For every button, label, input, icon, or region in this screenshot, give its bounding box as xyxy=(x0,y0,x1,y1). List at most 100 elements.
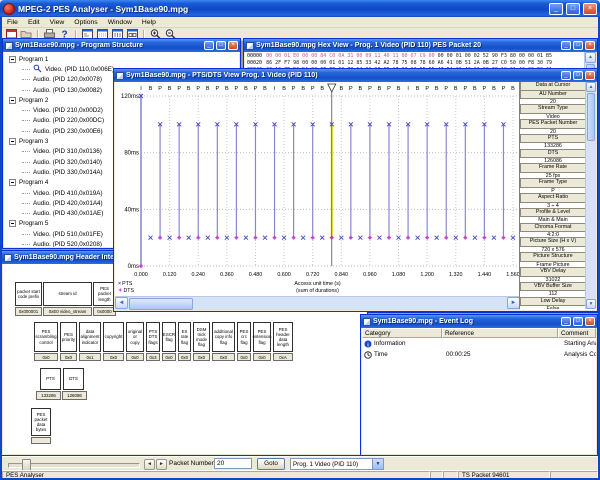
svg-text:B: B xyxy=(416,86,420,92)
pes-flag-value: 0x0 xyxy=(34,353,58,361)
tree-stream-label: Video. (PID 110,0x006E) xyxy=(45,66,114,73)
scroll-left-icon[interactable]: ◄ xyxy=(115,297,128,309)
scroll-up-icon[interactable]: ▲ xyxy=(585,52,596,63)
maximize-button[interactable]: □ xyxy=(216,41,226,50)
menu-item-help[interactable]: Help xyxy=(137,19,161,26)
collapse-icon[interactable] xyxy=(9,97,16,104)
pes-flag-field: PES crc flag xyxy=(237,322,251,352)
minimize-button[interactable]: _ xyxy=(549,3,563,15)
tree-connector xyxy=(22,79,30,80)
pes-packet-data-bytes-value xyxy=(31,437,51,444)
svg-text:B: B xyxy=(492,86,496,92)
svg-text:P: P xyxy=(292,86,296,92)
menu-item-file[interactable]: File xyxy=(2,19,23,26)
event-log-rows: iInformationStarting AnalysisTime00:00:2… xyxy=(362,338,596,360)
packet-control-bar: ◄ ► Packet Number Goto Prog. 1 Video (PI… xyxy=(2,456,598,471)
pes-flag-value: 0xA xyxy=(273,353,293,361)
minimize-button[interactable]: _ xyxy=(561,317,571,326)
hex-view-title: Sym1Base90.mpg Hex View - Prog. 1 Video … xyxy=(256,42,559,49)
tree-program-1[interactable]: Program 1 xyxy=(6,54,239,64)
hex-line: 0000000 00 01 E0 00 00 84 C0 0A 31 00 09… xyxy=(247,53,594,60)
menu-item-view[interactable]: View xyxy=(45,19,70,26)
event-log-row[interactable]: Time00:00:25Analysis Complete Interval xyxy=(362,349,596,360)
maximize-button[interactable]: □ xyxy=(573,317,583,326)
svg-text:B: B xyxy=(187,86,191,92)
tree-stream-label: Audio. (PID 320,0x0140) xyxy=(33,159,102,166)
svg-text:P: P xyxy=(349,86,353,92)
cursor-data-label: Profile & Level xyxy=(520,208,586,218)
packet-prev-button[interactable]: ◄ xyxy=(144,459,155,470)
tree-program-label: Program 3 xyxy=(19,138,48,145)
svg-text:0.600: 0.600 xyxy=(277,272,291,278)
cursor-data-label: AU Number xyxy=(520,90,586,100)
column-header-category[interactable]: Category xyxy=(362,328,442,338)
packet-number-label: Packet Number xyxy=(169,460,214,467)
scroll-down-icon[interactable]: ▼ xyxy=(586,299,596,309)
svg-text:P: P xyxy=(463,86,467,92)
cursor-data-label: Frame Rate xyxy=(520,163,586,173)
tree-connector xyxy=(22,244,30,245)
cursor-data-label: Low Delay xyxy=(520,297,586,307)
pes-flag-value: 0x0 xyxy=(237,353,251,361)
data-at-cursor-panel: Data at CursorAU Number20Stream TypeVide… xyxy=(519,82,596,309)
pes-flag-field: PES extension flag xyxy=(253,322,271,352)
pes-packet-data-bytes-field: PES packet data bytes xyxy=(31,408,51,436)
menu-item-options[interactable]: Options xyxy=(69,19,102,26)
svg-text:120ms: 120ms xyxy=(121,94,139,100)
collapse-icon[interactable] xyxy=(9,138,16,145)
panel-vertical-scrollbar[interactable]: ▲ ▼ xyxy=(585,82,596,309)
minimize-button[interactable]: _ xyxy=(561,41,571,50)
scrollbar-thumb[interactable] xyxy=(129,298,193,310)
svg-text:B: B xyxy=(149,86,153,92)
event-log-row[interactable]: iInformationStarting Analysis xyxy=(362,338,596,349)
x-axis-caption: Access unit time (s) (sum of durations) xyxy=(225,281,410,294)
maximize-button[interactable]: □ xyxy=(566,3,580,15)
maximize-button[interactable]: □ xyxy=(573,41,583,50)
svg-text:P: P xyxy=(368,86,372,92)
collapse-icon[interactable] xyxy=(9,220,16,227)
menu-item-edit[interactable]: Edit xyxy=(23,19,45,26)
maximize-button[interactable]: □ xyxy=(573,71,583,80)
ptsdts-view-window: Sym1Base90.mpg - PTS/DTS View Prog. 1 Vi… xyxy=(113,68,598,312)
svg-text:B: B xyxy=(339,86,343,92)
packet-next-button[interactable]: ► xyxy=(156,459,167,470)
packet-number-input[interactable] xyxy=(214,458,252,469)
svg-text:0.000: 0.000 xyxy=(134,272,148,278)
event-category-cell: Time xyxy=(362,351,444,359)
program-structure-titlebar[interactable]: Sym1Base90.mpg - Program Structure _ □ × xyxy=(3,39,240,52)
svg-text:0.240: 0.240 xyxy=(191,272,205,278)
event-log-title: Sym1Base90.mpg - Event Log xyxy=(373,318,559,325)
minimize-button[interactable]: _ xyxy=(561,71,571,80)
main-titlebar[interactable]: MPEG-2 PES Analyser - Sym1Base90.mpg _ □… xyxy=(0,0,600,17)
chevron-down-icon[interactable]: ▼ xyxy=(372,459,383,469)
stream-select[interactable]: Prog. 1 Video (PID 110) ▼ xyxy=(290,458,384,470)
close-button[interactable]: × xyxy=(228,41,238,50)
event-log-titlebar[interactable]: Sym1Base90.mpg - Event Log _ □ × xyxy=(361,315,597,328)
column-header-reference[interactable]: Reference xyxy=(442,328,558,338)
cursor-data-label: Picture Structure xyxy=(520,252,586,262)
pes-flag-value: 0x0 xyxy=(60,353,77,361)
event-category: Time xyxy=(374,351,388,358)
minimize-button[interactable]: _ xyxy=(204,41,214,50)
close-button[interactable]: × xyxy=(585,317,595,326)
pes-flag-field: copyright xyxy=(103,322,124,352)
scroll-up-icon[interactable]: ▲ xyxy=(586,82,596,92)
ptsdts-titlebar[interactable]: Sym1Base90.mpg - PTS/DTS View Prog. 1 Vi… xyxy=(114,69,597,82)
column-header-comment[interactable]: Comment xyxy=(558,328,596,338)
chart-horizontal-scrollbar[interactable]: ◄ ► xyxy=(115,296,520,310)
tree-connector xyxy=(22,120,30,121)
goto-button[interactable]: Goto xyxy=(257,458,285,470)
ptsdts-chart[interactable]: 0ms40ms80ms120ms0.0000.1200.2400.3600.48… xyxy=(115,82,520,282)
svg-text:B: B xyxy=(359,86,363,92)
scrollbar-thumb[interactable] xyxy=(587,93,595,141)
collapse-icon[interactable] xyxy=(9,56,16,63)
hex-view-titlebar[interactable]: Sym1Base90.mpg Hex View - Prog. 1 Video … xyxy=(244,39,597,52)
document-icon xyxy=(116,72,124,80)
close-button[interactable]: × xyxy=(585,41,595,50)
menu-item-window[interactable]: Window xyxy=(103,19,137,26)
close-button[interactable]: × xyxy=(585,71,595,80)
close-button[interactable]: × xyxy=(583,3,597,15)
window-border-left xyxy=(0,17,2,480)
collapse-icon[interactable] xyxy=(9,179,16,186)
legend-dts-label: DTS xyxy=(123,288,134,294)
